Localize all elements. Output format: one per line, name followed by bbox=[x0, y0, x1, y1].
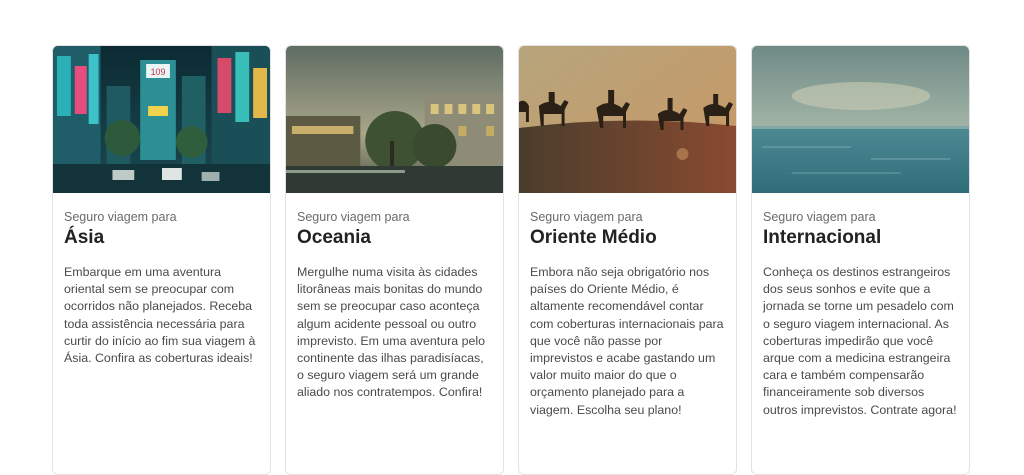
card-eyebrow: Seguro viagem para bbox=[530, 210, 643, 224]
card-oceania[interactable]: Seguro viagem para Oceania Mergulhe numa… bbox=[285, 45, 504, 475]
card-image-oriente-medio bbox=[519, 46, 736, 193]
card-eyebrow: Seguro viagem para bbox=[763, 210, 876, 224]
card-title: Ásia bbox=[64, 227, 105, 248]
destination-cards: 109 Seguro viagem para Ásia Embarque em … bbox=[52, 45, 970, 475]
card-internacional[interactable]: Seguro viagem para Internacional Conheça… bbox=[751, 45, 970, 475]
card-eyebrow: Seguro viagem para bbox=[297, 210, 410, 224]
card-image-asia: 109 bbox=[53, 46, 270, 193]
card-title: Oceania bbox=[297, 227, 371, 248]
sign-text: 109 bbox=[151, 67, 166, 77]
card-description: Mergulhe numa visita às cidades litorâne… bbox=[297, 265, 486, 400]
card-description: Conheça os destinos estrangeiros dos seu… bbox=[763, 265, 957, 417]
card-eyebrow: Seguro viagem para bbox=[64, 210, 177, 224]
card-title: Oriente Médio bbox=[530, 227, 657, 248]
card-title: Internacional bbox=[763, 227, 882, 248]
card-image-internacional bbox=[752, 46, 969, 193]
card-description: Embarque em uma aventura oriental sem se… bbox=[64, 265, 256, 366]
card-description: Embora não seja obrigatório nos países d… bbox=[530, 265, 724, 417]
card-image-oceania bbox=[286, 46, 503, 193]
card-asia[interactable]: 109 Seguro viagem para Ásia Embarque em … bbox=[52, 45, 271, 475]
card-oriente-medio[interactable]: Seguro viagem para Oriente Médio Embora … bbox=[518, 45, 737, 475]
